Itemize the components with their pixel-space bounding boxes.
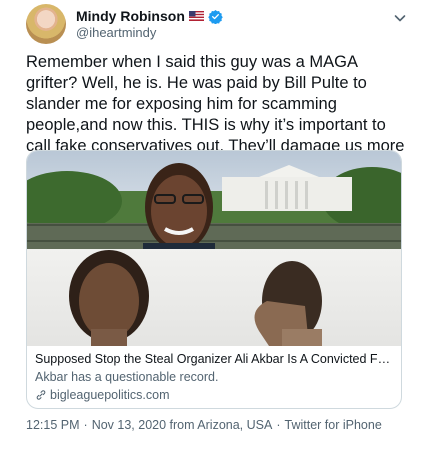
tweet-meta: 12:15 PM · Nov 13, 2020 from Arizona, US… bbox=[26, 418, 382, 432]
author-display-name[interactable]: Mindy Robinson bbox=[76, 8, 185, 24]
tweet: Mindy Robinson @iheartmindy Remember whe… bbox=[0, 0, 428, 450]
meta-separator: · bbox=[276, 418, 281, 432]
card-title[interactable]: Supposed Stop the Steal Organizer Ali Ak… bbox=[35, 351, 393, 367]
card-domain-row: bigleaguepolitics.com bbox=[35, 387, 393, 403]
chevron-down-icon[interactable] bbox=[392, 10, 408, 26]
tweet-time[interactable]: 12:15 PM bbox=[26, 418, 80, 432]
author-handle[interactable]: @iheartmindy bbox=[76, 25, 156, 40]
card-domain[interactable]: bigleaguepolitics.com bbox=[50, 387, 170, 403]
link-card[interactable]: Supposed Stop the Steal Organizer Ali Ak… bbox=[26, 150, 402, 409]
tweet-date-location[interactable]: Nov 13, 2020 from Arizona, USA bbox=[92, 418, 273, 432]
verified-badge-icon bbox=[208, 9, 223, 24]
meta-separator: · bbox=[83, 418, 88, 432]
us-flag-icon bbox=[188, 11, 204, 21]
avatar[interactable] bbox=[26, 4, 66, 44]
card-text: Supposed Stop the Steal Organizer Ali Ak… bbox=[35, 351, 393, 403]
card-description: Akbar has a questionable record. bbox=[35, 370, 219, 384]
card-image bbox=[27, 151, 401, 346]
author-row: Mindy Robinson bbox=[76, 8, 223, 24]
link-icon bbox=[36, 390, 46, 400]
tweet-source[interactable]: Twitter for iPhone bbox=[285, 418, 382, 432]
